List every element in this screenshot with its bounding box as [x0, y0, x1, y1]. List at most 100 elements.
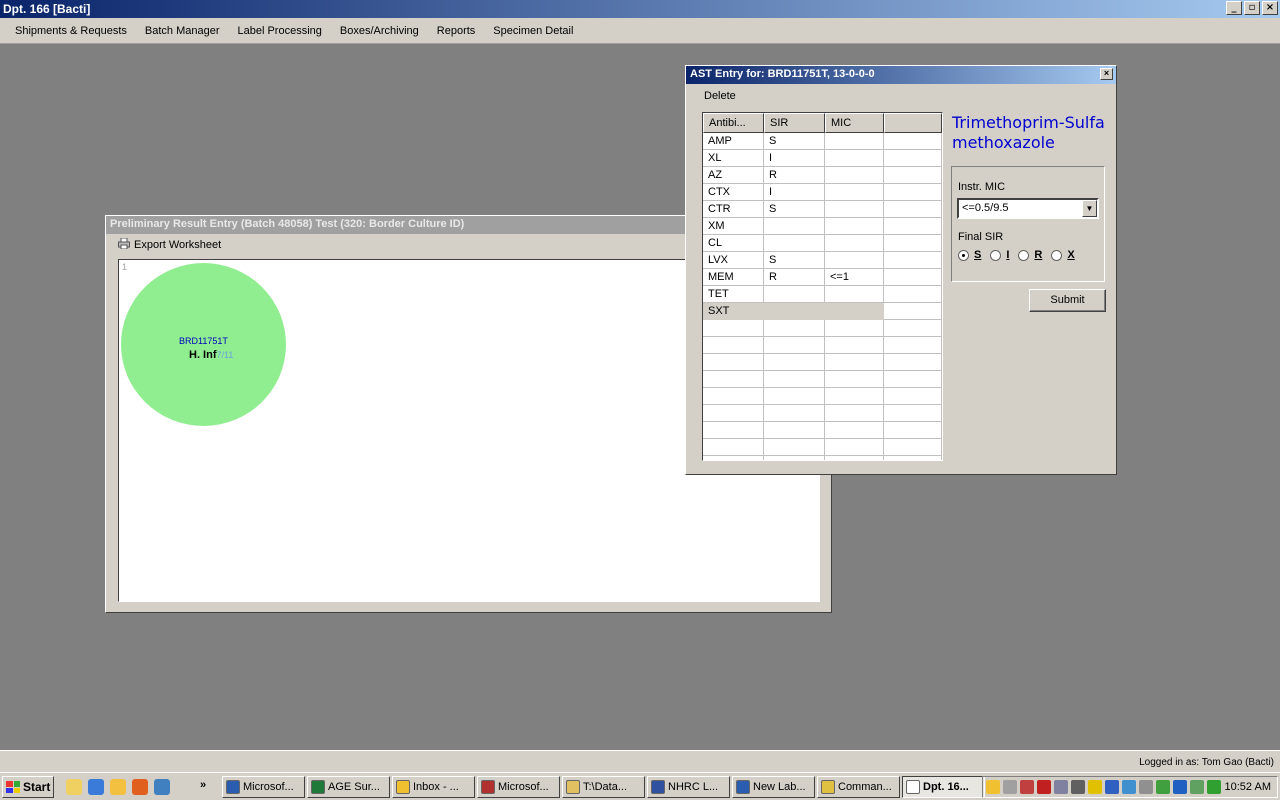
taskbar-button[interactable]: Dpt. 16... — [902, 776, 985, 798]
delete-menu[interactable]: Delete — [704, 90, 736, 102]
sir-radio-r[interactable]: R — [1018, 249, 1042, 261]
cell-sir[interactable]: S — [764, 201, 825, 218]
cell-mic[interactable] — [825, 167, 884, 184]
quick-launch-more[interactable]: » — [200, 779, 206, 791]
minimize-button[interactable]: _ — [1226, 1, 1242, 15]
cell-antibiotic[interactable]: XL — [703, 150, 764, 167]
cell-mic[interactable] — [825, 235, 884, 252]
volume-icon[interactable] — [1071, 780, 1085, 794]
taskbar-button[interactable]: NHRC L... — [647, 776, 730, 798]
cell-mic[interactable] — [825, 218, 884, 235]
menu-reports[interactable]: Reports — [428, 25, 485, 37]
grid-row[interactable]: XL I — [703, 150, 942, 167]
cell-sir[interactable]: R — [764, 167, 825, 184]
cell-sir[interactable]: R — [764, 269, 825, 286]
column-header-antibiotic[interactable]: Antibi... — [703, 113, 764, 133]
tray-icon[interactable] — [1054, 780, 1068, 794]
grid-row[interactable]: CTR S — [703, 201, 942, 218]
outlook-icon[interactable] — [110, 779, 126, 795]
cell-sir[interactable] — [764, 303, 825, 320]
tray-icon[interactable] — [1088, 780, 1102, 794]
menu-shipments-requests[interactable]: Shipments & Requests — [6, 25, 136, 37]
column-header-mic[interactable]: MIC — [825, 113, 884, 133]
cell-antibiotic[interactable]: LVX — [703, 252, 764, 269]
taskbar-button[interactable]: AGE Sur... — [307, 776, 390, 798]
cell-sir[interactable]: S — [764, 252, 825, 269]
antibiotic-grid[interactable]: Antibi... SIR MIC AMP S XL I AZ R CTX I CTR S XM CL… — [702, 112, 943, 461]
browser-icon[interactable] — [154, 779, 170, 795]
tray-icon[interactable] — [1122, 780, 1136, 794]
sir-radio-i[interactable]: I — [990, 249, 1009, 261]
cell-antibiotic[interactable]: CTX — [703, 184, 764, 201]
grid-row[interactable]: CTX I — [703, 184, 942, 201]
taskbar-button[interactable]: Inbox - ... — [392, 776, 475, 798]
cell-antibiotic[interactable]: AMP — [703, 133, 764, 150]
specimen-circle[interactable]: BRD11751T H. Inf7/11 — [121, 263, 286, 426]
cell-antibiotic[interactable]: CL — [703, 235, 764, 252]
firefox-icon[interactable] — [132, 779, 148, 795]
start-button[interactable]: Start — [2, 776, 54, 798]
cell-antibiotic[interactable]: MEM — [703, 269, 764, 286]
folder-icon[interactable] — [66, 779, 82, 795]
grid-row[interactable]: AZ R — [703, 167, 942, 184]
taskbar-button[interactable]: Microsof... — [477, 776, 560, 798]
grid-row[interactable]: XM — [703, 218, 942, 235]
cell-sir[interactable]: I — [764, 184, 825, 201]
menu-boxes-archiving[interactable]: Boxes/Archiving — [331, 25, 428, 37]
instr-mic-dropdown[interactable]: <=0.5/9.5 ▼ — [957, 198, 1099, 219]
cell-mic[interactable] — [825, 252, 884, 269]
ast-close-button[interactable]: × — [1100, 68, 1113, 80]
cell-antibiotic[interactable]: AZ — [703, 167, 764, 184]
radio-button[interactable] — [990, 249, 1002, 261]
tray-icon[interactable] — [1003, 780, 1017, 794]
grid-row[interactable]: MEM R <=1 — [703, 269, 942, 286]
cell-antibiotic[interactable]: TET — [703, 286, 764, 303]
ast-title-bar[interactable]: AST Entry for: BRD11751T, 13-0-0-0 × — [686, 66, 1116, 84]
sir-radio-s[interactable]: S — [958, 249, 981, 261]
cell-antibiotic[interactable]: XM — [703, 218, 764, 235]
taskbar-button[interactable]: New Lab... — [732, 776, 815, 798]
grid-row[interactable]: TET — [703, 286, 942, 303]
cell-sir[interactable] — [764, 286, 825, 303]
menu-specimen-detail[interactable]: Specimen Detail — [484, 25, 582, 37]
clock[interactable]: 10:52 AM — [1225, 781, 1271, 793]
grid-row[interactable]: LVX S — [703, 252, 942, 269]
tray-icon[interactable] — [1105, 780, 1119, 794]
export-worksheet-button[interactable]: Export Worksheet — [134, 239, 221, 251]
cell-sir[interactable]: S — [764, 133, 825, 150]
cell-antibiotic[interactable]: SXT — [703, 303, 764, 320]
column-header-sir[interactable]: SIR — [764, 113, 825, 133]
cell-mic[interactable] — [825, 201, 884, 218]
close-button[interactable]: × — [1262, 1, 1278, 15]
tray-icon[interactable] — [1190, 780, 1204, 794]
grid-row[interactable]: CL — [703, 235, 942, 252]
network-icon[interactable] — [1207, 780, 1221, 794]
radio-button[interactable] — [1051, 249, 1063, 261]
radio-button[interactable] — [958, 249, 969, 261]
cell-mic[interactable]: <=1 — [825, 269, 884, 286]
taskbar-button[interactable]: Microsof... — [222, 776, 305, 798]
cell-sir[interactable]: I — [764, 150, 825, 167]
menu-batch-manager[interactable]: Batch Manager — [136, 25, 229, 37]
tray-icon[interactable] — [986, 780, 1000, 794]
shield-icon[interactable] — [1037, 780, 1051, 794]
taskbar-button[interactable]: Comman... — [817, 776, 900, 798]
maximize-button[interactable]: ▫ — [1244, 1, 1260, 15]
menu-label-processing[interactable]: Label Processing — [229, 25, 331, 37]
cell-sir[interactable] — [764, 218, 825, 235]
submit-button[interactable]: Submit — [1029, 289, 1106, 312]
taskbar-button[interactable]: T:\Data... — [562, 776, 645, 798]
radio-button[interactable] — [1018, 249, 1030, 261]
grid-row[interactable]: SXT — [703, 303, 942, 320]
grid-row[interactable]: AMP S — [703, 133, 942, 150]
cell-mic[interactable] — [825, 184, 884, 201]
tray-icon[interactable] — [1156, 780, 1170, 794]
cell-mic[interactable] — [825, 303, 884, 320]
tray-icon[interactable] — [1173, 780, 1187, 794]
cell-mic[interactable] — [825, 150, 884, 167]
cell-antibiotic[interactable]: CTR — [703, 201, 764, 218]
sir-radio-x[interactable]: X — [1051, 249, 1075, 261]
tray-icon[interactable] — [1020, 780, 1034, 794]
tray-icon[interactable] — [1139, 780, 1153, 794]
cell-sir[interactable] — [764, 235, 825, 252]
